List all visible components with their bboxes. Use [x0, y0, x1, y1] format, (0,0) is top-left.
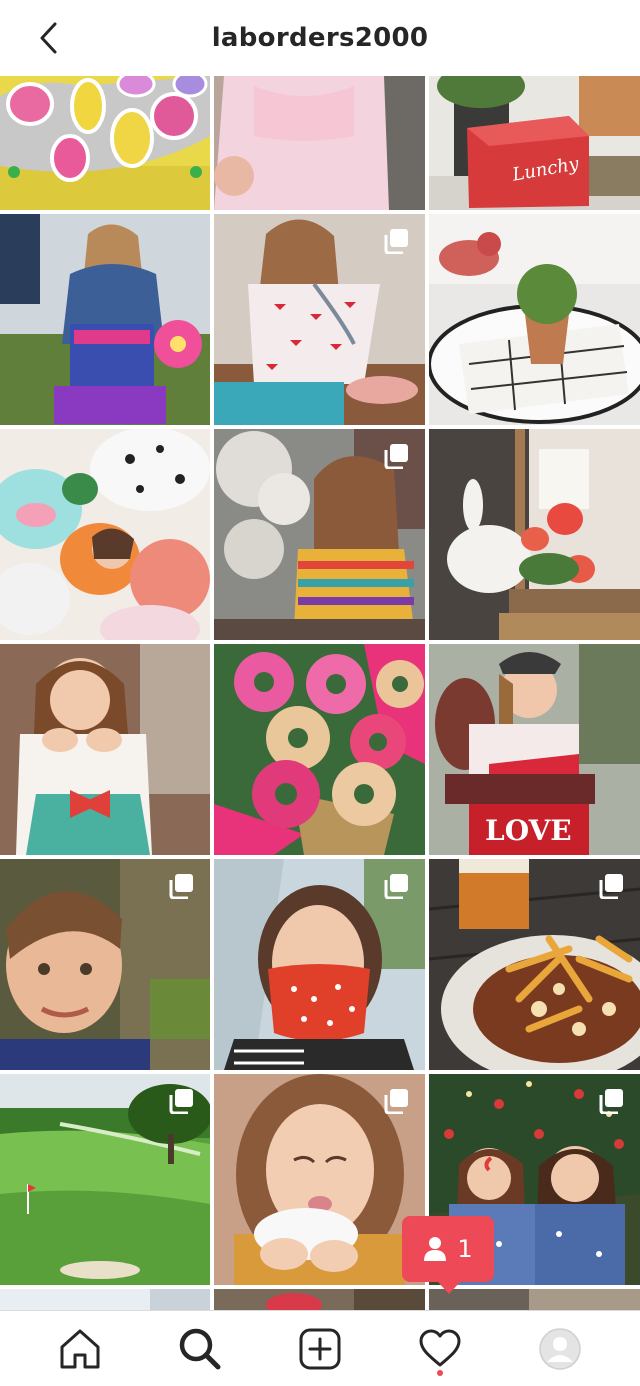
chevron-left-icon — [40, 22, 57, 54]
post-image — [214, 76, 425, 210]
heart-icon — [419, 1329, 461, 1366]
post-thumbnail[interactable]: Lunchy — [429, 76, 640, 210]
nav-search-button[interactable] — [170, 1319, 230, 1379]
post-image — [429, 429, 640, 640]
page-title: laborders2000 — [211, 23, 429, 53]
activity-dot — [437, 1369, 443, 1376]
carousel-icon — [169, 874, 193, 899]
post-thumbnail[interactable] — [0, 429, 210, 640]
post-thumbnail[interactable] — [214, 859, 425, 1070]
nav-new-post-button[interactable] — [290, 1319, 350, 1379]
post-thumbnail[interactable] — [429, 859, 640, 1070]
post-image — [0, 76, 210, 210]
back-button[interactable] — [28, 18, 68, 58]
nav-profile-button[interactable] — [530, 1319, 590, 1379]
carousel-icon — [384, 1089, 408, 1114]
nav-home-button[interactable] — [50, 1319, 110, 1379]
posts-grid: Lunchy LOVE — [0, 76, 640, 1319]
search-icon — [179, 1328, 221, 1369]
home-icon — [60, 1329, 100, 1368]
app-screen: laborders2000 Lunchy LOVE 1 — [0, 0, 640, 1386]
bottom-navigation — [0, 1310, 640, 1386]
carousel-icon — [599, 1089, 623, 1114]
post-image — [0, 644, 210, 855]
post-image — [429, 214, 640, 425]
post-thumbnail[interactable] — [429, 214, 640, 425]
post-thumbnail[interactable] — [214, 429, 425, 640]
activity-notification-toast[interactable]: 1 — [402, 1216, 494, 1294]
carousel-icon — [169, 1089, 193, 1114]
post-thumbnail[interactable] — [429, 429, 640, 640]
carousel-icon — [384, 229, 408, 254]
post-thumbnail[interactable] — [0, 644, 210, 855]
person-icon — [424, 1237, 447, 1261]
carousel-icon — [384, 874, 408, 899]
notification-count: 1 — [457, 1235, 473, 1263]
post-thumbnail[interactable] — [214, 76, 425, 210]
post-thumbnail[interactable] — [214, 1074, 425, 1285]
post-thumbnail[interactable] — [214, 644, 425, 855]
post-image — [214, 644, 425, 855]
post-thumbnail[interactable] — [0, 76, 210, 210]
post-image — [0, 214, 210, 425]
post-thumbnail[interactable] — [0, 1074, 210, 1285]
plus-square-icon — [299, 1328, 341, 1369]
svg-text:LOVE: LOVE — [485, 814, 572, 847]
post-image — [0, 429, 210, 640]
post-thumbnail[interactable]: LOVE — [429, 644, 640, 855]
carousel-icon — [384, 444, 408, 469]
post-thumbnail[interactable] — [214, 214, 425, 425]
post-thumbnail[interactable] — [0, 859, 210, 1070]
nav-activity-button[interactable] — [410, 1319, 470, 1379]
post-image: Lunchy — [429, 76, 640, 210]
carousel-icon — [599, 874, 623, 899]
post-image: LOVE — [429, 644, 640, 855]
post-thumbnail[interactable] — [0, 214, 210, 425]
avatar-icon — [539, 1327, 581, 1370]
top-bar: laborders2000 — [0, 0, 640, 76]
